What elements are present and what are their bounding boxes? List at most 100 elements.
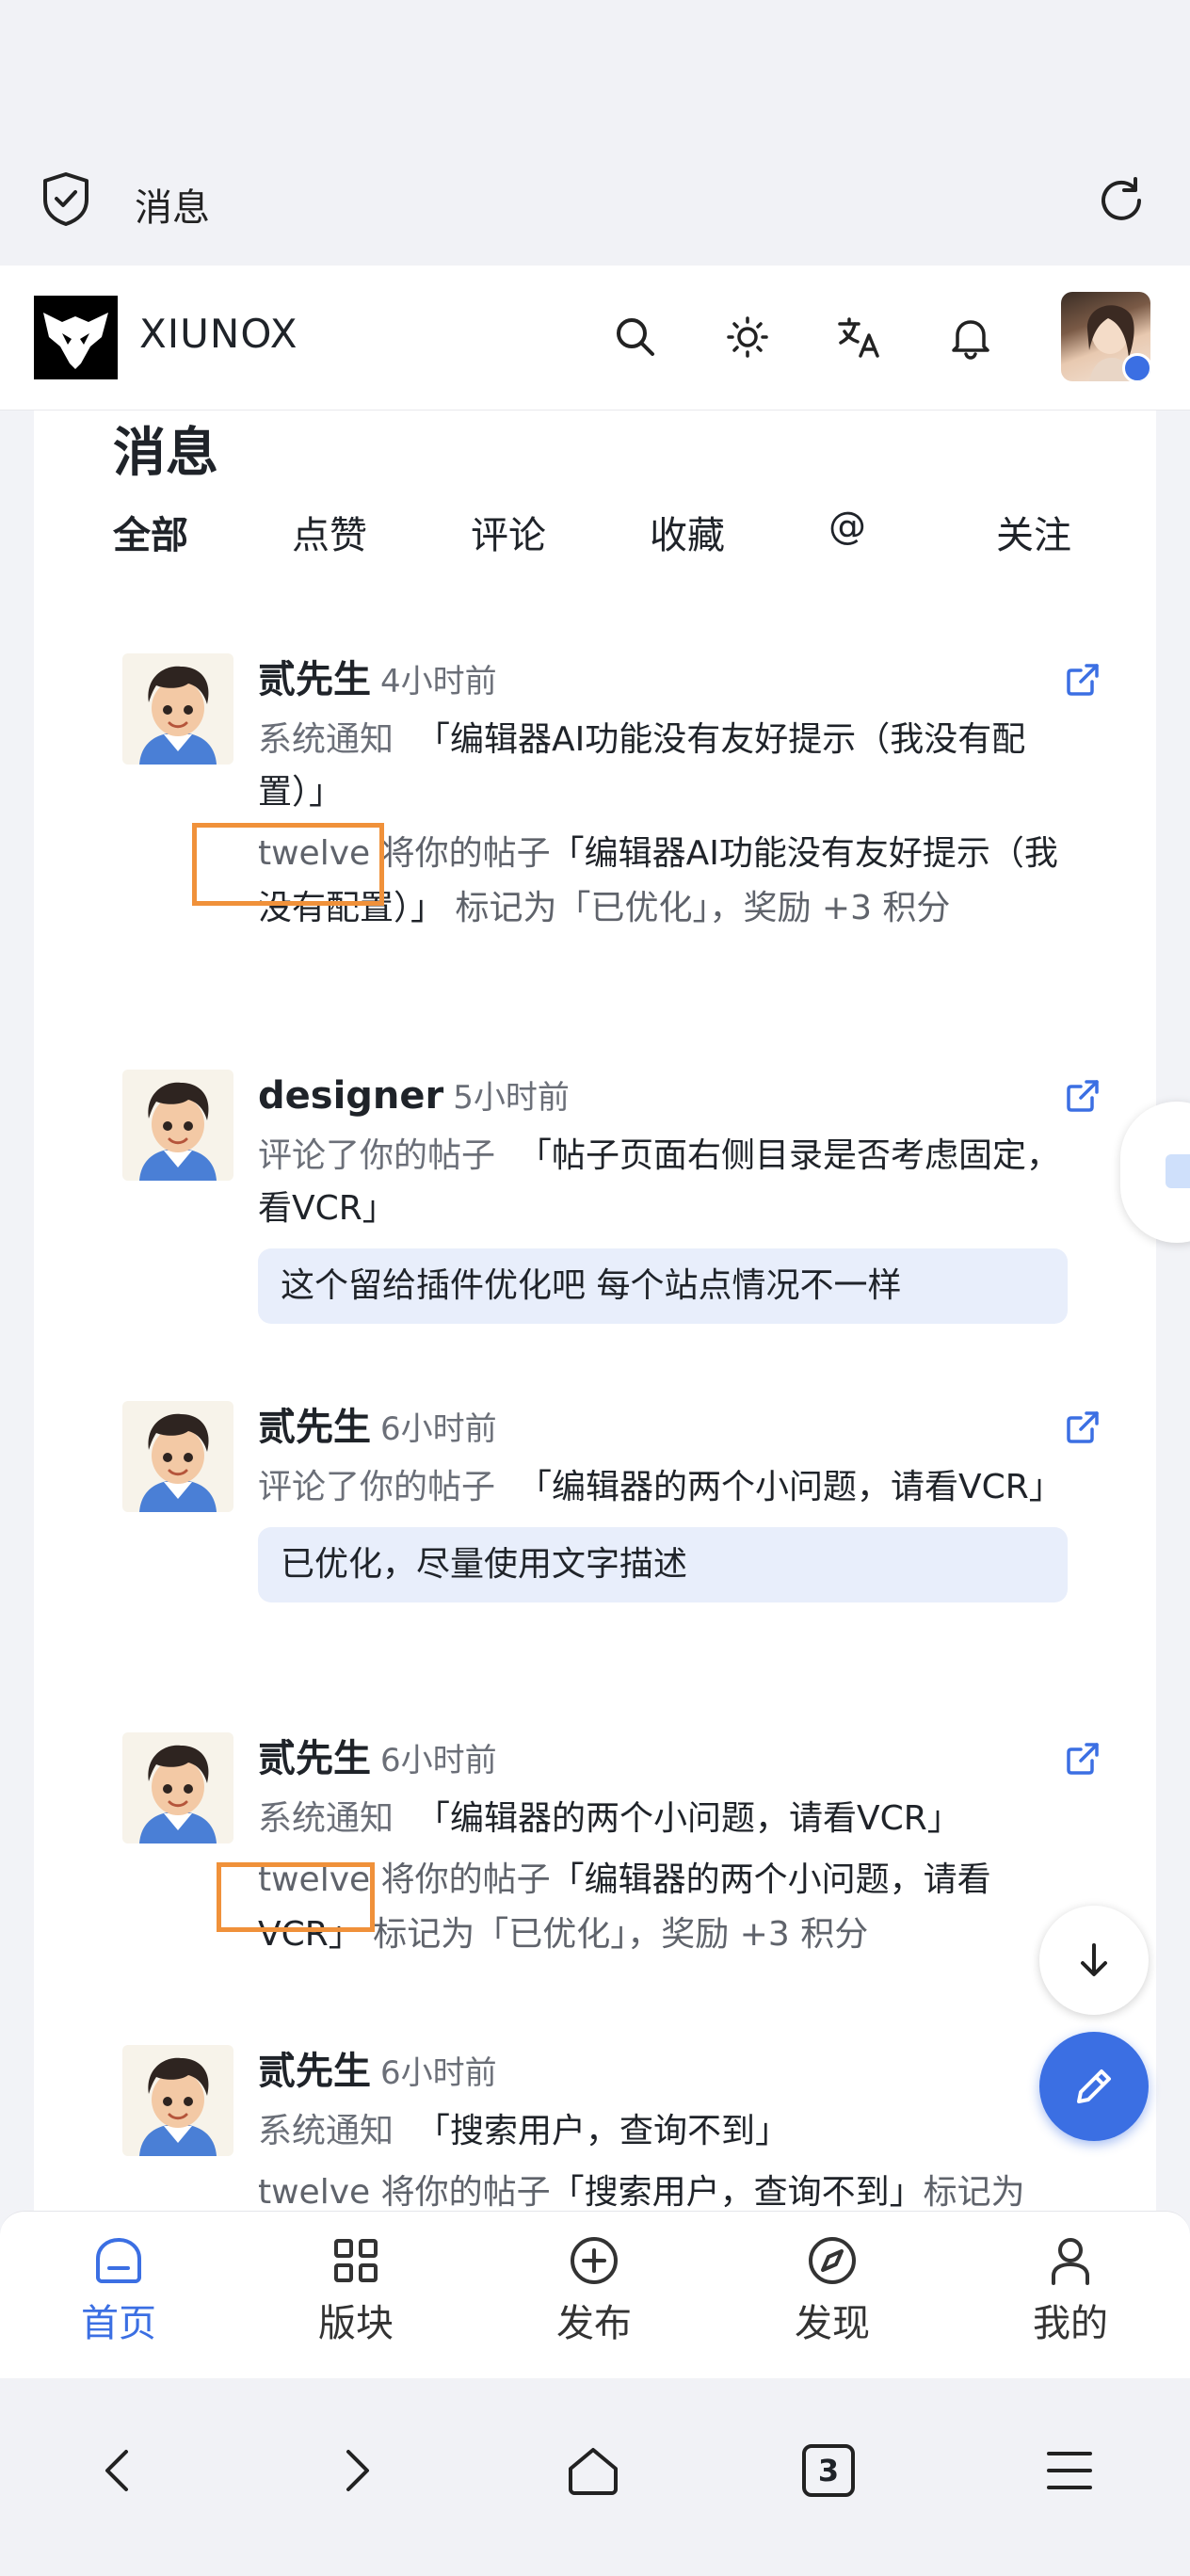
compose-button[interactable] [1039,2032,1149,2141]
post-link[interactable]: 「搜索用户，查询不到」 [551,2173,924,2211]
search-icon[interactable] [609,311,662,363]
user-avatar[interactable] [1061,292,1150,381]
message-time: 6小时前 [380,2054,497,2092]
scroll-down-button[interactable] [1039,1906,1149,2015]
nav-mine[interactable]: 我的 [995,2232,1146,2355]
browser-top-bar: 消息 [0,0,1190,266]
message-item[interactable]: 贰先生 6小时前 系统通知 「搜索用户，查询不到」 twelve 将你的帖子「搜索用… [122,2045,1102,2211]
message-item[interactable]: 贰先生 6小时前 评论了你的帖子 「编辑器的两个小问题，请看VCR」 已优化，尽量使… [122,1401,1102,1683]
sender-name[interactable]: 贰先生 [258,1737,371,1780]
user-icon [1052,2238,1089,2285]
bell-icon[interactable] [944,311,997,363]
site-header: XIUNOX [0,266,1190,411]
nav-sections[interactable]: 版块 [281,2232,431,2355]
translate-icon[interactable] [832,311,885,363]
message-kind: 系统通知 [258,1799,394,1838]
message-kind: 评论了你的帖子 [258,1136,496,1175]
page-title: 消息 [113,423,218,484]
message-detail: twelve 将你的帖子「搜索用户，查询不到」标记为 [258,2165,1068,2211]
sender-avatar[interactable] [122,1401,233,1512]
tab-favorites[interactable]: 收藏 [650,505,725,559]
nav-publish[interactable]: 发布 [519,2232,669,2355]
message-time: 6小时前 [380,1742,497,1779]
arrow-down-icon [1081,1943,1107,1976]
post-link[interactable]: 「搜索用户，查询不到」 [416,2112,789,2150]
detail-text: 将你的帖子 [380,1860,551,1899]
nav-label: 发布 [556,2302,632,2345]
compass-icon [809,2237,856,2284]
sender-avatar[interactable] [122,2045,233,2156]
external-link-icon[interactable] [1064,1740,1102,1778]
message-tabs: 全部 点赞 评论 收藏 @ 关注 [113,505,1092,561]
message-kind: 系统通知 [258,720,394,759]
home-icon [96,2237,141,2283]
message-kind: 评论了你的帖子 [258,1468,496,1506]
message-summary: 系统通知 「编辑器的两个小问题，请看VCR」 [258,1793,1068,1845]
tab-count-button[interactable]: 3 [802,2444,855,2497]
avatar-image [139,1413,217,1512]
theme-sun-icon[interactable] [721,311,774,363]
detail-text: 标记为 [923,2173,1025,2211]
reload-icon[interactable] [1094,173,1149,228]
forward-icon[interactable] [326,2440,386,2501]
message-time: 4小时前 [380,663,497,700]
nav-home[interactable]: 首页 [43,2232,194,2355]
shield-check-icon[interactable] [41,171,90,226]
message-summary: 评论了你的帖子 「编辑器的两个小问题，请看VCR」 [258,1461,1068,1514]
post-link[interactable]: 「编辑器的两个小问题，请看VCR」 [518,1468,1063,1506]
nav-label: 首页 [81,2302,156,2345]
menu-icon[interactable] [1039,2440,1100,2501]
highlight-box [217,1862,375,1932]
avatar-badge [1122,353,1150,381]
message-summary: 评论了你的帖子 「帖子页面右侧目录是否考虑固定，看VCR」 [258,1130,1068,1235]
actor-name[interactable]: twelve [258,2173,370,2211]
site-logo[interactable] [34,296,118,379]
tab-follows[interactable]: 关注 [996,505,1071,559]
sender-name[interactable]: designer [258,1074,443,1118]
home-browser-icon[interactable] [563,2440,623,2501]
message-summary: 系统通知 「搜索用户，查询不到」 [258,2105,1068,2158]
grid-icon [334,2239,378,2282]
tab-mentions[interactable]: @ [828,505,866,548]
sender-avatar[interactable] [122,1070,233,1181]
sender-name[interactable]: 贰先生 [258,658,371,701]
tab-title: 消息 [135,186,210,230]
external-link-icon[interactable] [1064,1409,1102,1446]
translate-float-icon [1166,1154,1190,1188]
browser-bottom-bar: 3 [0,2378,1190,2576]
detail-text: 标记为「已优化」，奖励 +3 积分 [455,889,951,927]
detail-text: 将你的帖子 [380,2173,551,2211]
address-bar[interactable]: 消息 [0,160,1190,235]
bottom-navigation: 首页 版块 发布 发现 我的 [0,2211,1190,2378]
back-icon[interactable] [88,2440,149,2501]
external-link-icon[interactable] [1064,1077,1102,1115]
nav-label: 发现 [795,2302,870,2345]
message-time: 5小时前 [453,1079,570,1117]
tab-likes[interactable]: 点赞 [292,505,367,559]
avatar-image [139,2057,217,2156]
nav-discover[interactable]: 发现 [757,2232,908,2355]
tab-comments[interactable]: 评论 [471,505,546,559]
avatar-image [139,1082,217,1181]
avatar-image [139,1745,217,1843]
nav-label: 版块 [318,2302,394,2345]
message-detail: twelve 将你的帖子「编辑器的两个小问题，请看VCR」 标记为「已优化」，奖… [258,1853,1068,1962]
detail-text: 标记为「已优化」，奖励 +3 积分 [373,1915,869,1954]
plus-circle-icon [571,2237,618,2284]
external-link-icon[interactable] [1064,661,1102,699]
message-page: 消息 全部 点赞 评论 收藏 @ 关注 贰先生 4小时前 系统通知 「编辑器AI功能… [34,411,1156,2211]
message-summary: 系统通知 「编辑器AI功能没有友好提示（我没有配置）」 [258,714,1068,819]
tab-all[interactable]: 全部 [113,505,188,559]
comment-reply[interactable]: 这个留给插件优化吧 每个站点情况不一样 [258,1248,1068,1324]
sender-avatar[interactable] [122,1732,233,1843]
message-item[interactable]: designer 5小时前 评论了你的帖子 「帖子页面右侧目录是否考虑固定，看VCR… [122,1070,1102,1352]
detail-text: 将你的帖子 [380,834,551,873]
sender-avatar[interactable] [122,653,233,765]
comment-reply[interactable]: 已优化，尽量使用文字描述 [258,1527,1068,1602]
sender-name[interactable]: 贰先生 [258,2050,371,2093]
message-kind: 系统通知 [258,2112,394,2150]
avatar-image [139,666,217,765]
sender-name[interactable]: 贰先生 [258,1406,371,1449]
post-link[interactable]: 「编辑器的两个小问题，请看VCR」 [416,1799,961,1838]
site-brand[interactable]: XIUNOX [139,311,298,357]
